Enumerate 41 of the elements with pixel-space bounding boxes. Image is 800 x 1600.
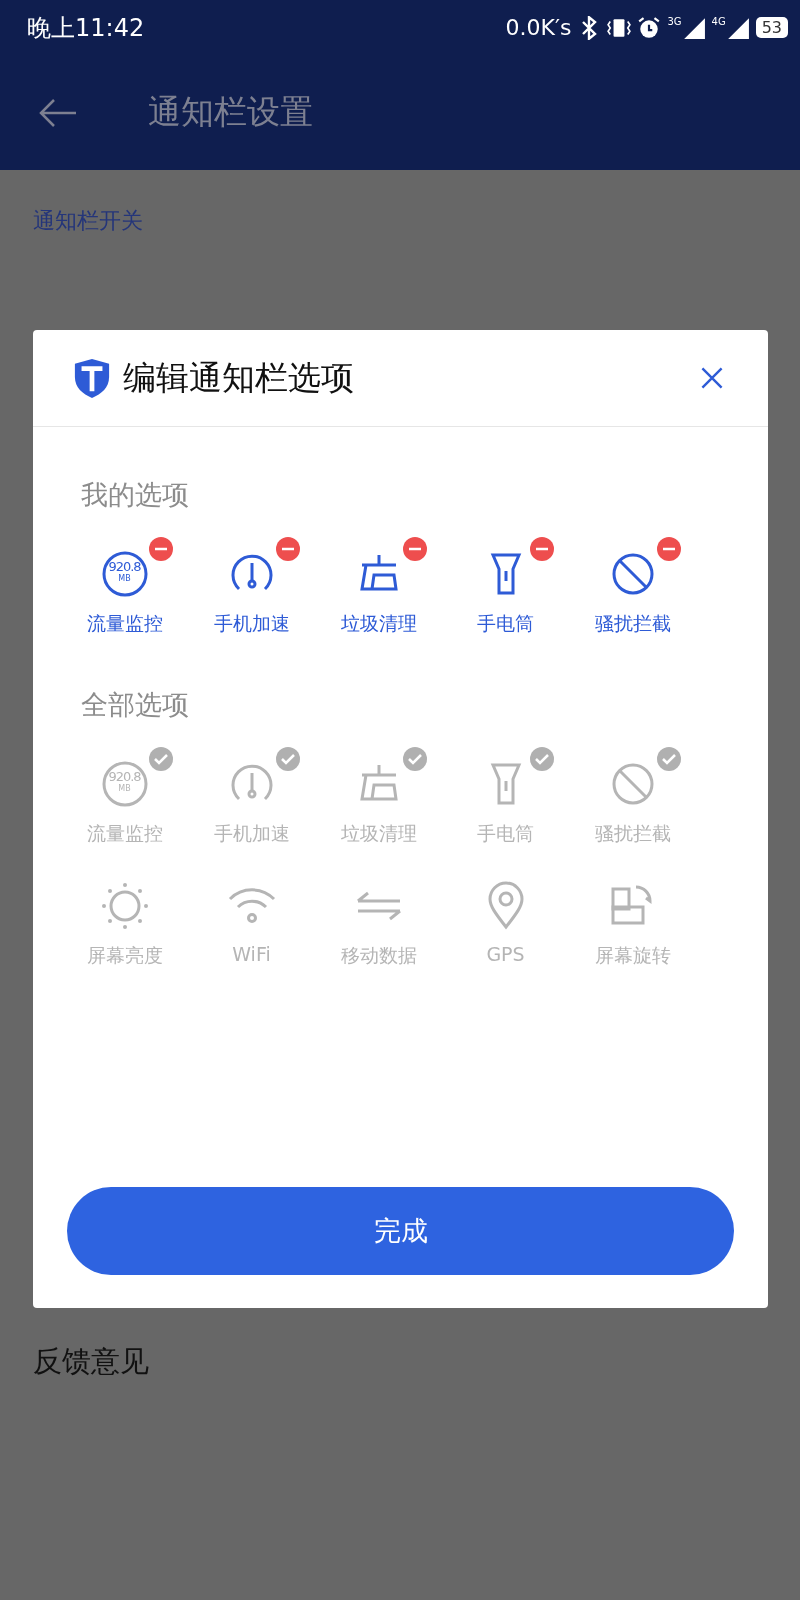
remove-badge-icon [656, 537, 681, 561]
option-label[interactable]: 骚扰拦截 [594, 821, 671, 847]
option-label[interactable]: GPS [486, 943, 525, 965]
traffic-unit: MB [118, 785, 131, 793]
option-label[interactable]: 骚扰拦截 [594, 611, 671, 637]
close-icon [700, 366, 724, 390]
option-label[interactable]: 流量监控 [86, 821, 163, 847]
section-title: 我的选项 [81, 478, 190, 512]
section-title: 全部选项 [81, 688, 190, 722]
dialog-title: 编辑通知栏选项 [123, 356, 355, 399]
option-label[interactable]: 移动数据 [340, 943, 417, 969]
shield-icon [73, 356, 111, 400]
sun-icon [99, 881, 150, 931]
option-label[interactable]: 流量监控 [86, 611, 163, 637]
option-label[interactable]: WiFi [232, 943, 271, 965]
section-title: 通知栏开关 [33, 207, 144, 235]
back-arrow-icon [38, 97, 78, 128]
option-label[interactable]: 手电筒 [477, 821, 534, 847]
option-label[interactable]: 屏幕旋转 [594, 943, 671, 969]
done-button[interactable]: 完成 [67, 1187, 734, 1275]
alarm-clock-icon [637, 15, 662, 40]
network-type: 4G [711, 15, 726, 27]
option-label[interactable]: 屏幕亮度 [86, 943, 163, 969]
option-label[interactable]: 垃圾清理 [340, 821, 417, 847]
option-label[interactable]: 手机加速 [213, 611, 290, 637]
remove-badge-icon [148, 537, 173, 561]
option-label[interactable]: 手机加速 [213, 821, 290, 847]
network-speed: 0.0K′s [505, 15, 572, 40]
traffic-reading: 920.8 [108, 560, 141, 573]
battery-level: 53 [755, 17, 788, 38]
option-label[interactable]: 垃圾清理 [340, 611, 417, 637]
option-label[interactable]: 手电筒 [477, 611, 534, 637]
traffic-reading: 920.8 [108, 770, 141, 783]
remove-badge-icon [529, 537, 554, 561]
remove-badge-icon [402, 537, 427, 561]
clock-time: 晚上11:42 [27, 12, 145, 44]
network-type: 3G [667, 15, 682, 27]
page-title: 通知栏设置 [148, 91, 313, 133]
traffic-unit: MB [118, 575, 131, 583]
remove-badge-icon [275, 537, 300, 561]
settings-item[interactable]: 反馈意见 [33, 1342, 149, 1382]
